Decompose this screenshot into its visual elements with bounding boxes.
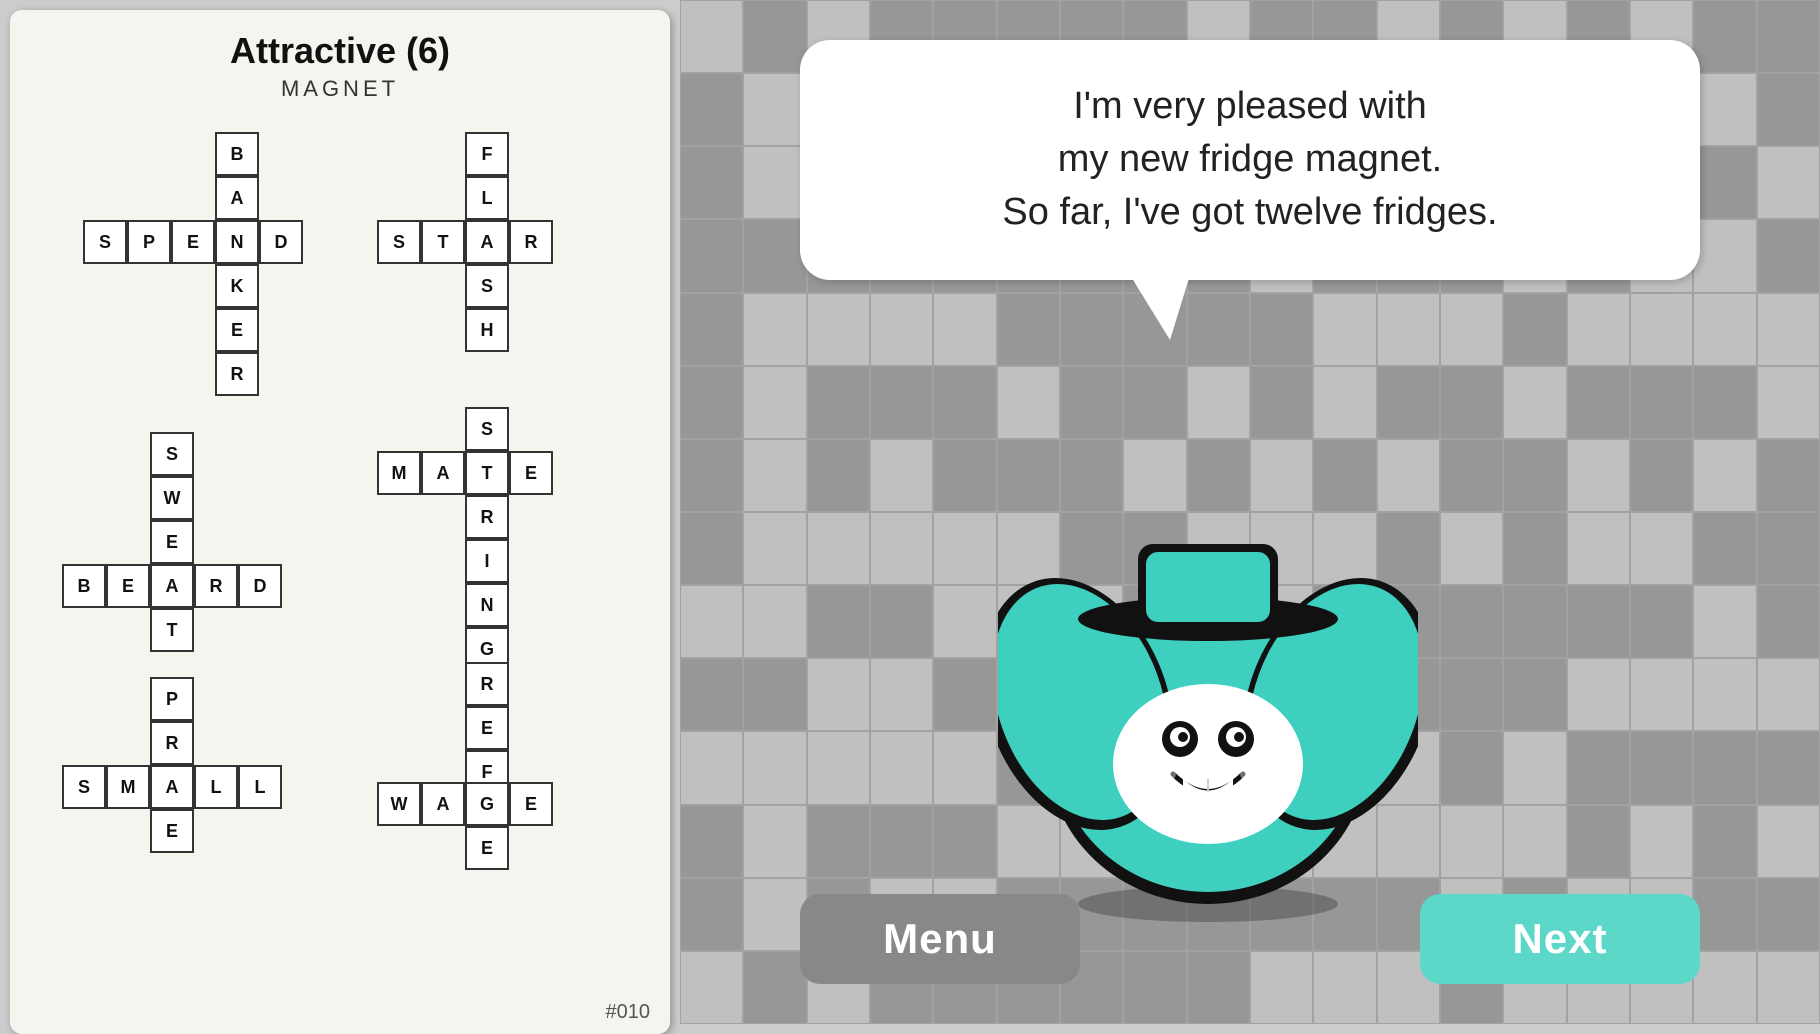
cell: R <box>215 352 259 396</box>
speech-bubble: I'm very pleased withmy new fridge magne… <box>800 40 1700 280</box>
cell: R <box>509 220 553 264</box>
cell: G <box>465 782 509 826</box>
cell: F <box>465 132 509 176</box>
cell: M <box>377 451 421 495</box>
cell: W <box>150 476 194 520</box>
cell: K <box>215 264 259 308</box>
puzzle-panel: Attractive (6) MAGNET B A S P E N D K E … <box>10 10 670 1034</box>
cell: A <box>215 176 259 220</box>
cell: D <box>259 220 303 264</box>
cell: W <box>377 782 421 826</box>
cell: E <box>465 826 509 870</box>
puzzle-title: Attractive (6) <box>30 30 650 72</box>
cell: N <box>465 583 509 627</box>
cell: L <box>238 765 282 809</box>
cell: S <box>465 264 509 308</box>
cell: E <box>509 451 553 495</box>
cell: S <box>377 220 421 264</box>
cell: B <box>215 132 259 176</box>
puzzle-number: #010 <box>606 1001 651 1024</box>
cell: M <box>106 765 150 809</box>
cell: R <box>465 662 509 706</box>
speech-text: I'm very pleased withmy new fridge magne… <box>850 80 1650 240</box>
cell: E <box>150 520 194 564</box>
cell: A <box>150 765 194 809</box>
cell: T <box>465 451 509 495</box>
crossword-area: B A S P E N D K E R F L S T A R S H S W … <box>30 122 650 982</box>
cell: R <box>194 564 238 608</box>
cell: A <box>421 451 465 495</box>
cell: I <box>465 539 509 583</box>
cell: H <box>465 308 509 352</box>
cell: L <box>465 176 509 220</box>
cell: T <box>150 608 194 652</box>
cell: E <box>509 782 553 826</box>
cell: D <box>238 564 282 608</box>
cell: E <box>150 809 194 853</box>
cell: E <box>106 564 150 608</box>
cell: A <box>465 220 509 264</box>
cell: N <box>215 220 259 264</box>
next-button[interactable]: Next <box>1420 894 1700 984</box>
cell: E <box>171 220 215 264</box>
buttons-row: Menu Next <box>800 894 1700 984</box>
puzzle-subtitle: MAGNET <box>30 76 650 102</box>
cell: A <box>421 782 465 826</box>
cell: S <box>83 220 127 264</box>
cell: L <box>194 765 238 809</box>
cell: E <box>215 308 259 352</box>
cell: P <box>150 677 194 721</box>
cell: T <box>421 220 465 264</box>
cell: S <box>465 407 509 451</box>
cell: E <box>465 706 509 750</box>
menu-button[interactable]: Menu <box>800 894 1080 984</box>
right-panel: I'm very pleased withmy new fridge magne… <box>680 0 1820 1024</box>
cell: R <box>150 721 194 765</box>
cell: S <box>62 765 106 809</box>
character <box>998 504 1418 924</box>
cell: P <box>127 220 171 264</box>
cell: S <box>150 432 194 476</box>
cell: A <box>150 564 194 608</box>
cell: B <box>62 564 106 608</box>
cell: R <box>465 495 509 539</box>
